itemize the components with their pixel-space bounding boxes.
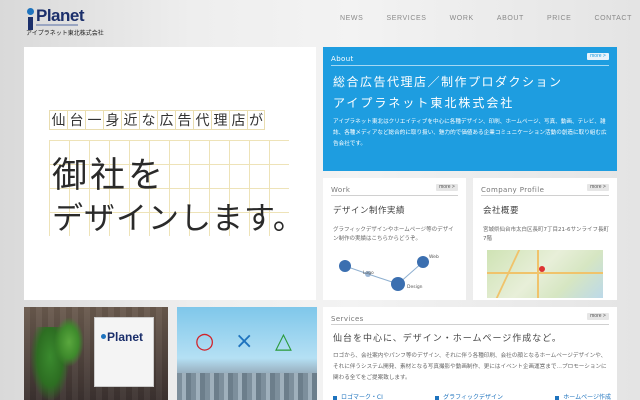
logo-mark-icon (26, 8, 35, 30)
logo-underline (36, 24, 78, 26)
work-diagram: Logo Web Design (339, 254, 439, 291)
site-header: Planet アイプラネット東北株式会社 NEWS SERVICES WORK … (0, 0, 640, 40)
service-link-web[interactable]: ホームページ作成 (555, 392, 611, 400)
hero-char: 広 (157, 110, 175, 130)
nav-price[interactable]: PRICE (547, 15, 571, 22)
services-more-button[interactable]: more > (587, 313, 609, 320)
services-panel[interactable]: Services more > 仙台を中心に、デザイン・ホームページ作成など。 … (323, 307, 617, 400)
hero-char: 近 (121, 110, 139, 130)
hero-char: 代 (193, 110, 211, 130)
hero-char: な (139, 110, 157, 130)
web-node-icon (417, 256, 429, 268)
design-node-icon (391, 277, 405, 291)
about-title-2: アイプラネット東北株式会社 (333, 96, 515, 110)
office-sign: Planet (94, 317, 154, 387)
location-map[interactable] (487, 250, 603, 298)
cross-symbol: × (235, 329, 254, 354)
work-divider (331, 195, 458, 196)
about-label: About (331, 55, 354, 63)
logo-company-name: アイプラネット東北株式会社 (26, 30, 104, 37)
hero-char: 理 (211, 110, 229, 130)
work-more-button[interactable]: more > (436, 184, 458, 191)
triangle-symbol: △ (275, 329, 292, 354)
nav-news[interactable]: NEWS (340, 15, 363, 22)
hero-char: 店 (229, 110, 247, 130)
company-divider (481, 195, 609, 196)
company-label: Company Profile (481, 186, 545, 194)
service-link-graphic[interactable]: グラフィックデザイン (435, 392, 503, 400)
services-description: ロゴから、会社案内やパンフ等のデザイン、それに伴う各種印刷、会社の顔となるホーム… (333, 353, 607, 381)
nav-services[interactable]: SERVICES (386, 15, 426, 22)
circle-symbol: ○ (195, 329, 215, 354)
site-logo[interactable]: Planet アイプラネット東北株式会社 (26, 6, 104, 37)
symbols-photo[interactable]: ○ × △ (177, 307, 317, 400)
services-divider (331, 324, 609, 325)
hero-char: 台 (67, 110, 85, 130)
company-title: 会社概要 (483, 206, 520, 216)
about-title-1: 総合広告代理店／制作プロダクション (333, 75, 563, 89)
logo-wordmark: Planet (36, 6, 85, 25)
main-nav: NEWS SERVICES WORK ABOUT PRICE CONTACT (340, 15, 632, 22)
node-label-logo: Logo (363, 270, 374, 276)
hero-char: 仙 (49, 110, 67, 130)
company-panel[interactable]: Company Profile more > 会社概要 宮城県仙台市太白区長町7… (473, 178, 617, 300)
nav-about[interactable]: ABOUT (497, 15, 524, 22)
work-description: グラフィックデザインやホームページ等のデザイン制作の実績はこちらからどうぞ。 (333, 227, 454, 242)
hero-char: 告 (175, 110, 193, 130)
work-title: デザイン制作実績 (333, 206, 406, 216)
hero-tagline: 仙 台 一 身 近 な 広 告 代 理 店 が (49, 110, 265, 130)
company-more-button[interactable]: more > (587, 184, 609, 191)
work-panel[interactable]: Work more > デザイン制作実績 グラフィックデザインやホームページ等の… (323, 178, 466, 300)
about-panel[interactable]: About more > 総合広告代理店／制作プロダクション アイプラネット東北… (323, 47, 617, 171)
hero-char: が (247, 110, 265, 130)
node-label-web: Web (429, 254, 439, 260)
company-address: 宮城県仙台市太白区長町7丁目21-6サンライフ長町7階 (483, 227, 609, 242)
hero-headline-1: 御社を (52, 156, 167, 196)
hero-char: 身 (103, 110, 121, 130)
services-label: Services (331, 315, 364, 323)
city-skyline-image (177, 373, 317, 400)
about-more-button[interactable]: more > (587, 53, 609, 60)
work-label: Work (331, 186, 351, 194)
hero-headline-2: デザインします。 (52, 201, 305, 237)
hero-char: 一 (85, 110, 103, 130)
services-links: ロゴマーク・CI グラフィックデザイン ホームページ作成 (333, 392, 611, 400)
service-link-logo[interactable]: ロゴマーク・CI (333, 392, 383, 400)
services-title: 仙台を中心に、デザイン・ホームページ作成など。 (333, 334, 562, 344)
nav-contact[interactable]: CONTACT (594, 15, 632, 22)
logo-node-icon (339, 260, 351, 272)
node-label-design: Design (407, 284, 423, 290)
office-photo[interactable]: Planet (24, 307, 168, 400)
map-pin-icon (539, 266, 545, 272)
hero-banner: 仙 台 一 身 近 な 広 告 代 理 店 が 御社を デザインします。 (24, 47, 316, 300)
about-divider (331, 65, 609, 66)
about-description: アイプラネット東北はクリエイティブを中心に各種デザイン、印刷、ホームページ、写真… (333, 119, 607, 147)
office-sign-logo: Planet (107, 330, 144, 344)
nav-work[interactable]: WORK (450, 15, 474, 22)
